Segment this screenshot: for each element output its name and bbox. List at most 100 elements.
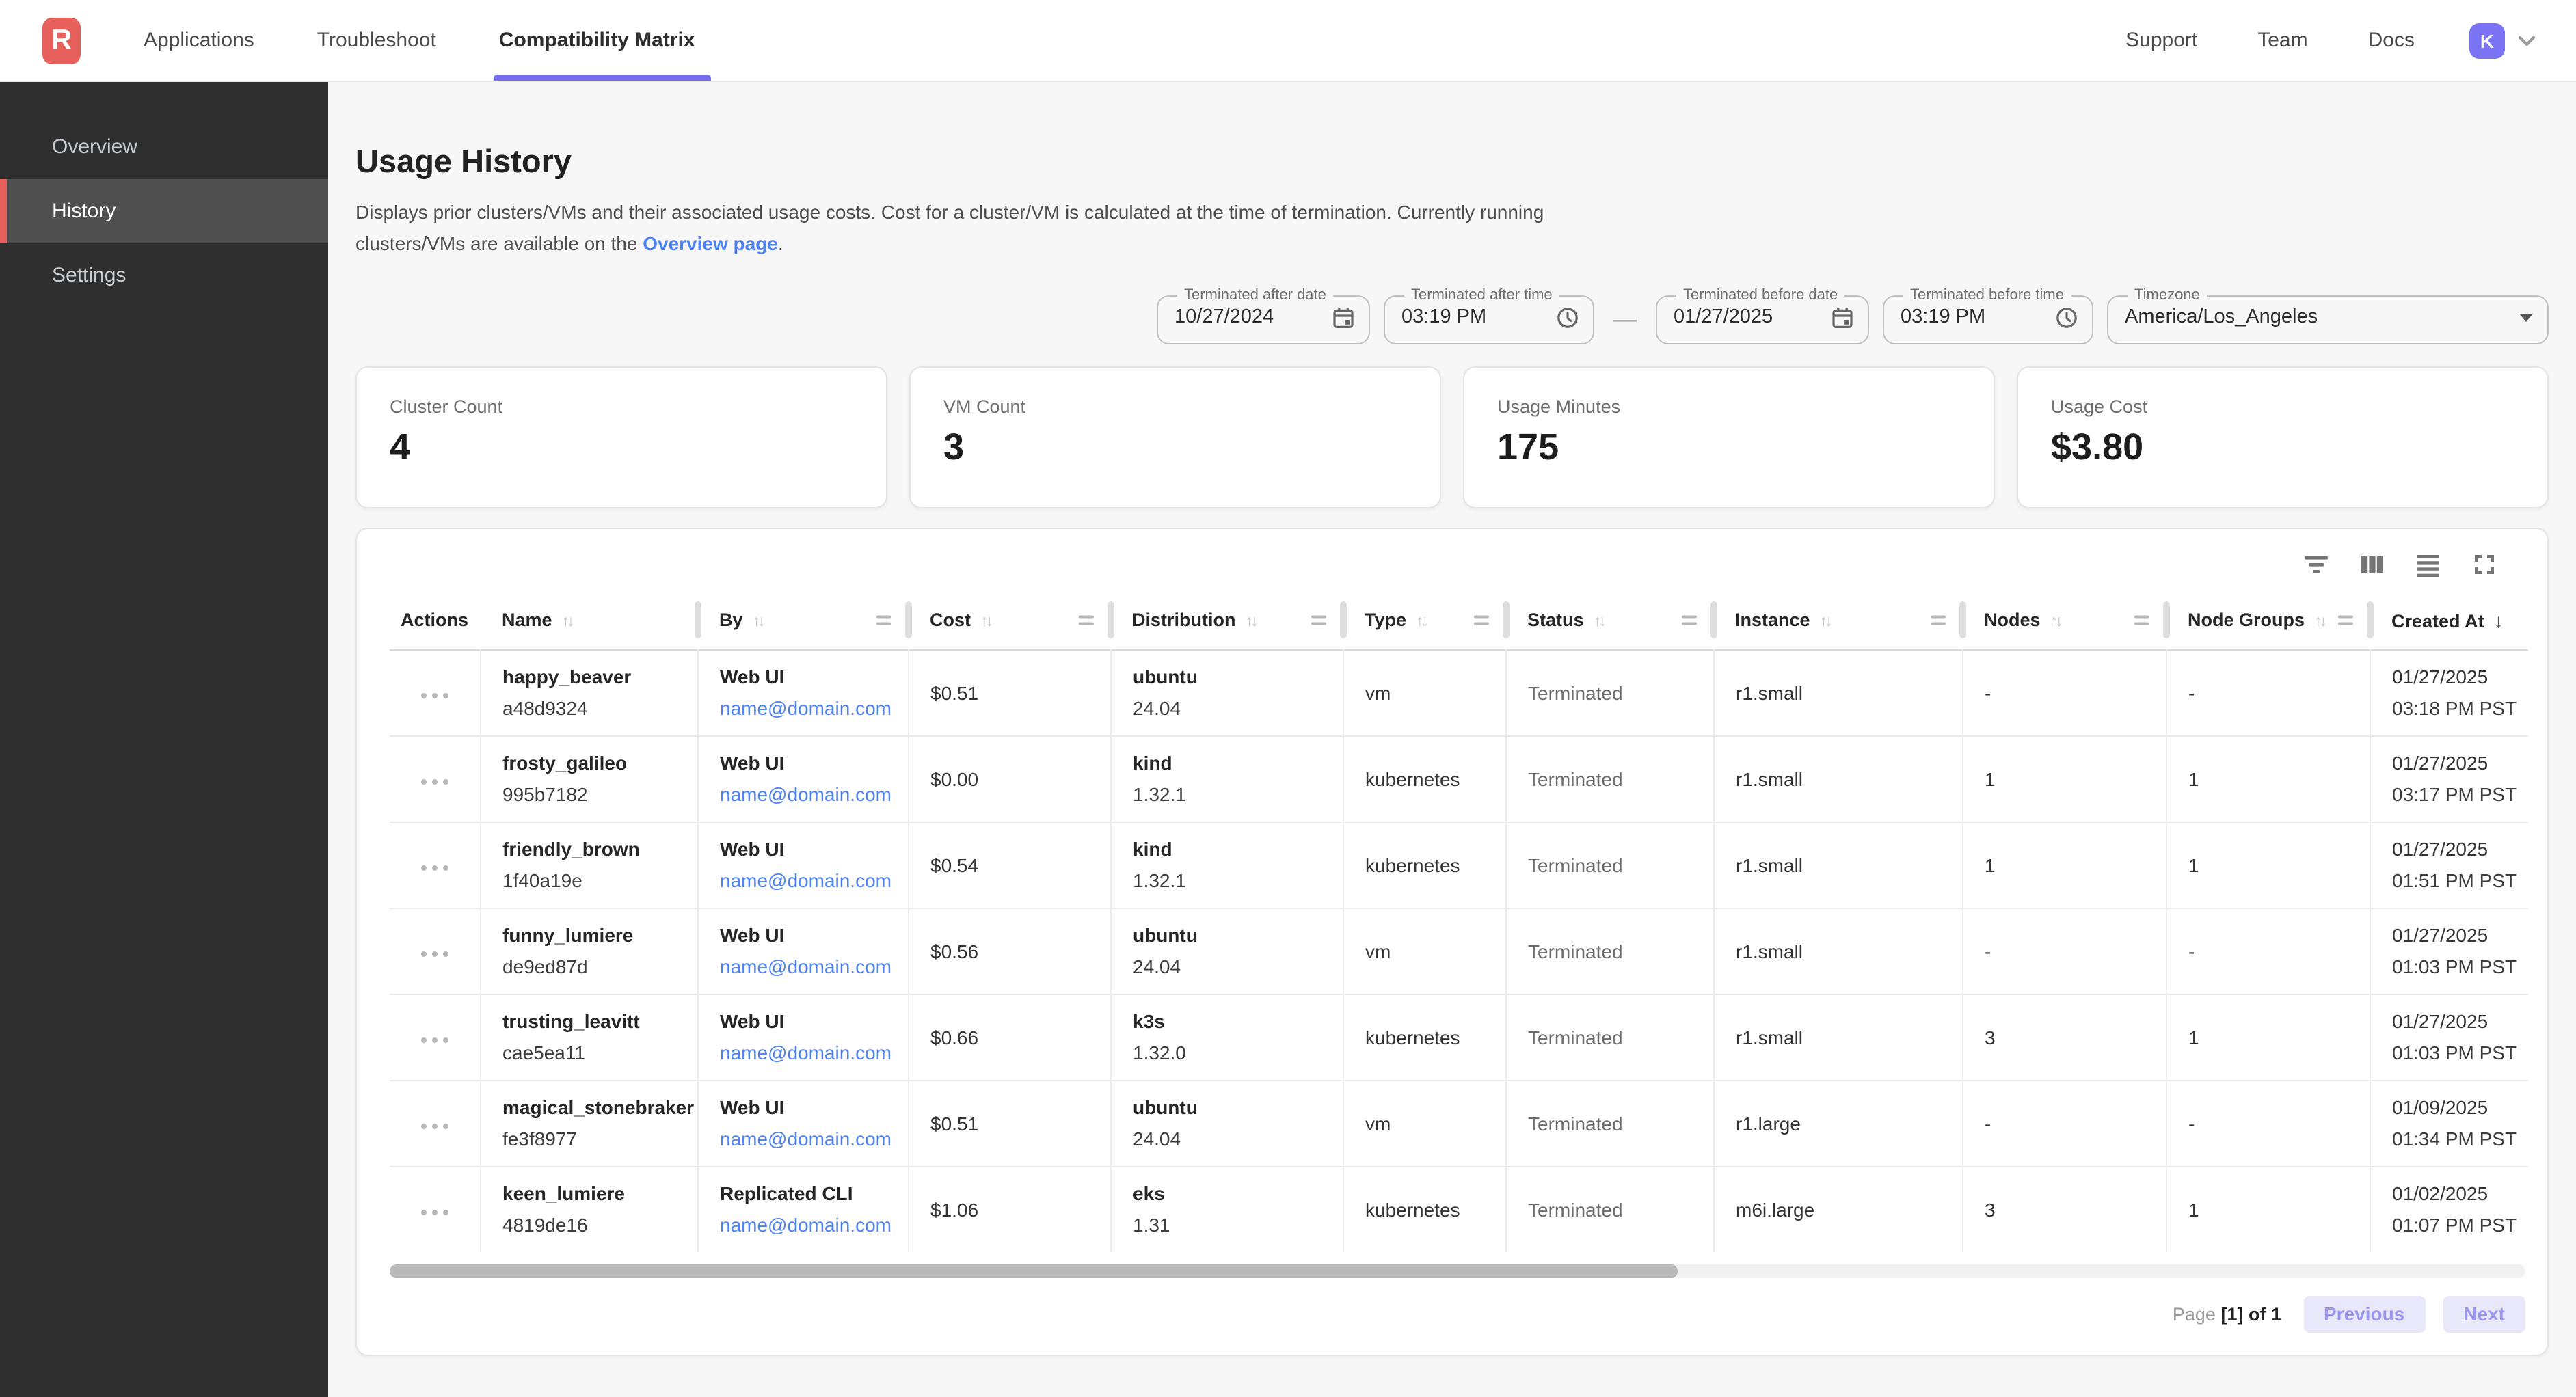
stat-card-cluster-count: Cluster Count 4 [355,366,887,508]
row-actions-button[interactable] [415,1204,454,1221]
by-cell: Replicated CLI name@domain.com [697,1166,908,1252]
support-link[interactable]: Support [2125,29,2197,52]
email-link[interactable]: name@domain.com [720,1042,907,1063]
calendar-icon[interactable] [1332,306,1355,329]
instance-cell: m6i.large [1713,1166,1962,1252]
sort-icon[interactable]: ↑↓ [2050,614,2061,631]
column-drag-handle[interactable] [1079,615,1094,625]
sort-icon[interactable]: ↑↓ [980,614,991,631]
timezone-select[interactable]: Timezone America/Los_Angeles [2107,287,2549,344]
sort-icon[interactable]: ↑↓ [2314,614,2324,631]
node-groups-cell: 1 [2166,994,2370,1080]
column-drag-handle[interactable] [1311,615,1326,625]
column-drag-handle[interactable] [876,615,891,625]
table-row: funny_lumiere de9ed87d Web UI name@domai… [390,908,2528,994]
column-header-cost[interactable]: Cost↑↓ [908,592,1110,649]
previous-page-button[interactable]: Previous [2303,1295,2425,1332]
actions-cell [390,908,480,994]
row-actions-button[interactable] [415,1117,454,1135]
column-drag-handle[interactable] [2338,615,2353,625]
row-actions-button[interactable] [415,945,454,962]
avatar[interactable]: K [2469,23,2505,58]
field-label: Terminated after time [1404,287,1559,303]
column-header-node-groups[interactable]: Node Groups↑↓ [2166,592,2370,649]
instance-cell: r1.small [1713,649,1962,735]
overview-page-link[interactable]: Overview page [643,232,778,254]
clock-icon[interactable] [1556,306,1579,329]
terminated-after-time-field[interactable]: Terminated after time 03:19 PM [1384,287,1594,344]
main-content: Usage History Displays prior clusters/VM… [328,82,2576,1397]
column-drag-handle[interactable] [2134,615,2149,625]
column-header-instance[interactable]: Instance↑↓ [1713,592,1962,649]
filter-icon[interactable] [2303,551,2330,578]
range-separator: — [1608,306,1642,334]
select-arrow-icon[interactable] [2519,312,2534,322]
node-groups-cell: - [2166,649,2370,735]
team-link[interactable]: Team [2257,29,2307,52]
row-actions-button[interactable] [415,687,454,704]
chevron-down-icon[interactable] [2514,28,2539,53]
brand-logo[interactable]: R [42,17,81,64]
columns-icon[interactable] [2359,551,2386,578]
sidebar-item-settings[interactable]: Settings [0,243,328,308]
top-navbar: R Applications Troubleshoot Compatibilit… [0,0,2576,82]
email-link[interactable]: name@domain.com [720,1128,907,1150]
sort-desc-icon[interactable]: ↓ [2494,610,2504,632]
column-header-nodes[interactable]: Nodes↑↓ [1962,592,2166,649]
node-groups-cell: - [2166,1080,2370,1166]
column-header-type[interactable]: Type↑↓ [1343,592,1505,649]
type-cell: vm [1343,1080,1505,1166]
sort-icon[interactable]: ↑↓ [1594,614,1604,631]
terminated-before-time-field[interactable]: Terminated before time 03:19 PM [1883,287,2093,344]
node-groups-cell: 1 [2166,735,2370,822]
email-link[interactable]: name@domain.com [720,697,907,719]
calendar-icon[interactable] [1831,306,1854,329]
sort-icon[interactable]: ↑↓ [1820,614,1830,631]
instance-cell: r1.large [1713,1080,1962,1166]
email-link[interactable]: name@domain.com [720,1215,907,1236]
name-cell: frosty_galileo 995b7182 [480,735,697,822]
clock-icon[interactable] [2055,306,2078,329]
nodes-cell: 3 [1962,994,2166,1080]
created-at-cell: 01/27/2025 01:03 PM PST [2370,994,2528,1080]
sidebar-item-history[interactable]: History [0,179,328,243]
terminated-before-date-field[interactable]: Terminated before date 01/27/2025 [1656,287,1869,344]
column-header-created-at[interactable]: Created At↓ [2370,592,2528,649]
field-label: Timezone [2128,287,2207,303]
created-at-cell: 01/27/2025 01:51 PM PST [2370,822,2528,908]
email-link[interactable]: name@domain.com [720,869,907,891]
sort-icon[interactable]: ↑↓ [1246,614,1256,631]
tab-troubleshoot[interactable]: Troubleshoot [312,0,442,81]
column-drag-handle[interactable] [1682,615,1697,625]
column-header-distribution[interactable]: Distribution↑↓ [1110,592,1343,649]
created-at-cell: 01/02/2025 01:07 PM PST [2370,1166,2528,1252]
density-icon[interactable] [2415,551,2442,578]
sort-icon[interactable]: ↑↓ [562,614,572,631]
column-drag-handle[interactable] [1474,615,1489,625]
terminated-after-date-field[interactable]: Terminated after date 10/27/2024 [1157,287,1370,344]
name-cell: keen_lumiere 4819de16 [480,1166,697,1252]
sidebar-item-overview[interactable]: Overview [0,115,328,179]
docs-link[interactable]: Docs [2368,29,2415,52]
status-cell: Terminated [1505,1166,1713,1252]
field-label: Terminated before time [1903,287,2071,303]
row-actions-button[interactable] [415,773,454,790]
column-header-status[interactable]: Status↑↓ [1505,592,1713,649]
scrollbar-thumb[interactable] [390,1264,1678,1278]
email-link[interactable]: name@domain.com [720,955,907,977]
next-page-button[interactable]: Next [2443,1295,2525,1332]
actions-cell [390,994,480,1080]
column-header-by[interactable]: By↑↓ [697,592,908,649]
row-actions-button[interactable] [415,1031,454,1048]
distribution-cell: ubuntu 24.04 [1110,908,1343,994]
email-link[interactable]: name@domain.com [720,783,907,805]
fullscreen-icon[interactable] [2471,551,2498,578]
sort-icon[interactable]: ↑↓ [753,614,763,631]
tab-compatibility-matrix[interactable]: Compatibility Matrix [494,0,701,81]
tab-applications[interactable]: Applications [138,0,260,81]
row-actions-button[interactable] [415,859,454,876]
sort-icon[interactable]: ↑↓ [1416,614,1426,631]
column-drag-handle[interactable] [1931,615,1946,625]
column-header-name[interactable]: Name↑↓ [480,592,697,649]
name-cell: trusting_leavitt cae5ea11 [480,994,697,1080]
